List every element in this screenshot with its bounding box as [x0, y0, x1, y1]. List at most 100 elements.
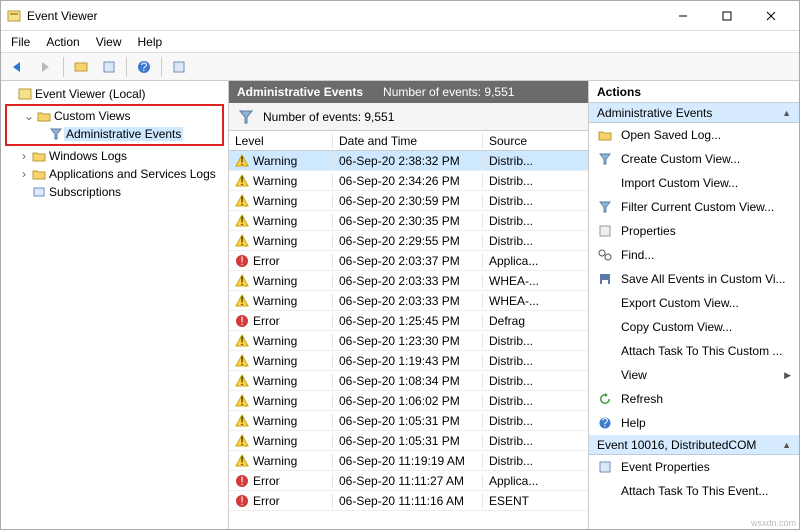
- cell-datetime: 06-Sep-20 2:29:55 PM: [333, 234, 483, 248]
- maximize-button[interactable]: [705, 2, 749, 30]
- action-item[interactable]: Attach Task To This Custom ...: [589, 339, 799, 363]
- table-row[interactable]: !Warning06-Sep-20 1:05:31 PMDistrib...: [229, 431, 588, 451]
- table-row[interactable]: !Warning06-Sep-20 11:19:19 AMDistrib...: [229, 451, 588, 471]
- actions-section-event[interactable]: Event 10016, DistributedCOM ▲: [589, 435, 799, 455]
- action-item[interactable]: Attach Task To This Event...: [589, 479, 799, 503]
- action-item[interactable]: Export Custom View...: [589, 291, 799, 315]
- error-icon: !: [235, 314, 249, 328]
- action-item[interactable]: Save All Events in Custom Vi...: [589, 267, 799, 291]
- svg-text:!: !: [240, 394, 243, 408]
- find-icon: [597, 249, 613, 261]
- action-item[interactable]: Create Custom View...: [589, 147, 799, 171]
- separator: [126, 57, 127, 77]
- table-row[interactable]: !Error06-Sep-20 1:25:45 PMDefrag: [229, 311, 588, 331]
- action-item[interactable]: Refresh: [589, 387, 799, 411]
- warning-icon: !: [235, 394, 249, 408]
- folder-icon: [31, 168, 47, 180]
- titlebar: Event Viewer: [1, 1, 799, 31]
- table-row[interactable]: !Warning06-Sep-20 1:23:30 PMDistrib...: [229, 331, 588, 351]
- extra-button[interactable]: [168, 56, 190, 78]
- menu-help[interactable]: Help: [138, 35, 163, 49]
- table-row[interactable]: !Warning06-Sep-20 1:19:43 PMDistrib...: [229, 351, 588, 371]
- table-row[interactable]: !Warning06-Sep-20 2:30:35 PMDistrib...: [229, 211, 588, 231]
- table-row[interactable]: !Warning06-Sep-20 2:38:32 PMDistrib...: [229, 151, 588, 171]
- expand-icon[interactable]: ›: [17, 167, 31, 181]
- forward-button[interactable]: [35, 56, 57, 78]
- tree-admin-events[interactable]: Administrative Events: [8, 125, 221, 143]
- warning-icon: !: [235, 414, 249, 428]
- table-row[interactable]: !Warning06-Sep-20 2:34:26 PMDistrib...: [229, 171, 588, 191]
- svg-text:!: !: [240, 254, 243, 268]
- actions-section-admin[interactable]: Administrative Events ▲: [589, 103, 799, 123]
- collapse-icon[interactable]: ⌄: [22, 109, 36, 123]
- table-row[interactable]: !Warning06-Sep-20 2:30:59 PMDistrib...: [229, 191, 588, 211]
- table-row[interactable]: !Warning06-Sep-20 2:29:55 PMDistrib...: [229, 231, 588, 251]
- cell-level: Error: [253, 474, 280, 488]
- action-item[interactable]: Import Custom View...: [589, 171, 799, 195]
- warning-icon: !: [235, 354, 249, 368]
- close-button[interactable]: [749, 2, 793, 30]
- help-button[interactable]: ?: [133, 56, 155, 78]
- cell-datetime: 06-Sep-20 2:30:35 PM: [333, 214, 483, 228]
- action-item[interactable]: Copy Custom View...: [589, 315, 799, 339]
- action-item[interactable]: Properties: [589, 219, 799, 243]
- action-item[interactable]: View▶: [589, 363, 799, 387]
- action-label: Help: [621, 416, 646, 430]
- tree-apps-logs[interactable]: › Applications and Services Logs: [3, 165, 226, 183]
- action-item[interactable]: Event Properties: [589, 455, 799, 479]
- tree-subscriptions[interactable]: Subscriptions: [3, 183, 226, 201]
- menu-view[interactable]: View: [96, 35, 122, 49]
- col-level[interactable]: Level: [229, 134, 333, 148]
- cell-source: ESENT: [483, 494, 588, 508]
- section-title: Administrative Events: [597, 106, 712, 120]
- menu-file[interactable]: File: [11, 35, 30, 49]
- action-item[interactable]: Filter Current Custom View...: [589, 195, 799, 219]
- cell-level: Warning: [253, 214, 297, 228]
- separator: [161, 57, 162, 77]
- cell-level: Warning: [253, 294, 297, 308]
- panel-header: Administrative Events Number of events: …: [229, 81, 588, 103]
- action-item[interactable]: Open Saved Log...: [589, 123, 799, 147]
- cell-datetime: 06-Sep-20 2:38:32 PM: [333, 154, 483, 168]
- table-row[interactable]: !Error06-Sep-20 11:11:16 AMESENT: [229, 491, 588, 511]
- table-row[interactable]: !Warning06-Sep-20 2:03:33 PMWHEA-...: [229, 271, 588, 291]
- app-icon: [7, 9, 21, 23]
- collapse-icon[interactable]: ▲: [782, 440, 791, 450]
- filter-icon: [597, 201, 613, 213]
- cell-source: Applica...: [483, 474, 588, 488]
- col-datetime[interactable]: Date and Time: [333, 134, 483, 148]
- cell-level: Warning: [253, 194, 297, 208]
- menu-action[interactable]: Action: [46, 35, 79, 49]
- warning-icon: !: [235, 294, 249, 308]
- event-icon: [597, 461, 613, 473]
- event-grid[interactable]: Level Date and Time Source !Warning06-Se…: [229, 131, 588, 529]
- tree-label: Applications and Services Logs: [47, 167, 218, 181]
- expand-icon[interactable]: ›: [17, 149, 31, 163]
- cell-datetime: 06-Sep-20 2:34:26 PM: [333, 174, 483, 188]
- table-row[interactable]: !Error06-Sep-20 11:11:27 AMApplica...: [229, 471, 588, 491]
- svg-text:!: !: [240, 414, 243, 428]
- action-item[interactable]: ?Help: [589, 411, 799, 435]
- table-row[interactable]: !Warning06-Sep-20 1:06:02 PMDistrib...: [229, 391, 588, 411]
- tree-custom-views[interactable]: ⌄ Custom Views: [8, 107, 221, 125]
- properties-button[interactable]: [98, 56, 120, 78]
- table-row[interactable]: !Warning06-Sep-20 1:08:34 PMDistrib...: [229, 371, 588, 391]
- table-row[interactable]: !Warning06-Sep-20 2:03:33 PMWHEA-...: [229, 291, 588, 311]
- grid-header[interactable]: Level Date and Time Source: [229, 131, 588, 151]
- separator: [63, 57, 64, 77]
- svg-text:!: !: [240, 454, 243, 468]
- event-list-panel: Administrative Events Number of events: …: [229, 81, 589, 529]
- back-button[interactable]: [7, 56, 29, 78]
- tree-root[interactable]: Event Viewer (Local): [3, 85, 226, 103]
- tree-windows-logs[interactable]: › Windows Logs: [3, 147, 226, 165]
- show-hide-button[interactable]: [70, 56, 92, 78]
- table-row[interactable]: !Warning06-Sep-20 1:05:31 PMDistrib...: [229, 411, 588, 431]
- minimize-button[interactable]: [661, 2, 705, 30]
- svg-text:!: !: [240, 314, 243, 328]
- table-row[interactable]: !Error06-Sep-20 2:03:37 PMApplica...: [229, 251, 588, 271]
- actions-header: Actions: [589, 81, 799, 103]
- collapse-icon[interactable]: ▲: [782, 108, 791, 118]
- cell-source: WHEA-...: [483, 294, 588, 308]
- action-item[interactable]: Find...: [589, 243, 799, 267]
- col-source[interactable]: Source: [483, 134, 588, 148]
